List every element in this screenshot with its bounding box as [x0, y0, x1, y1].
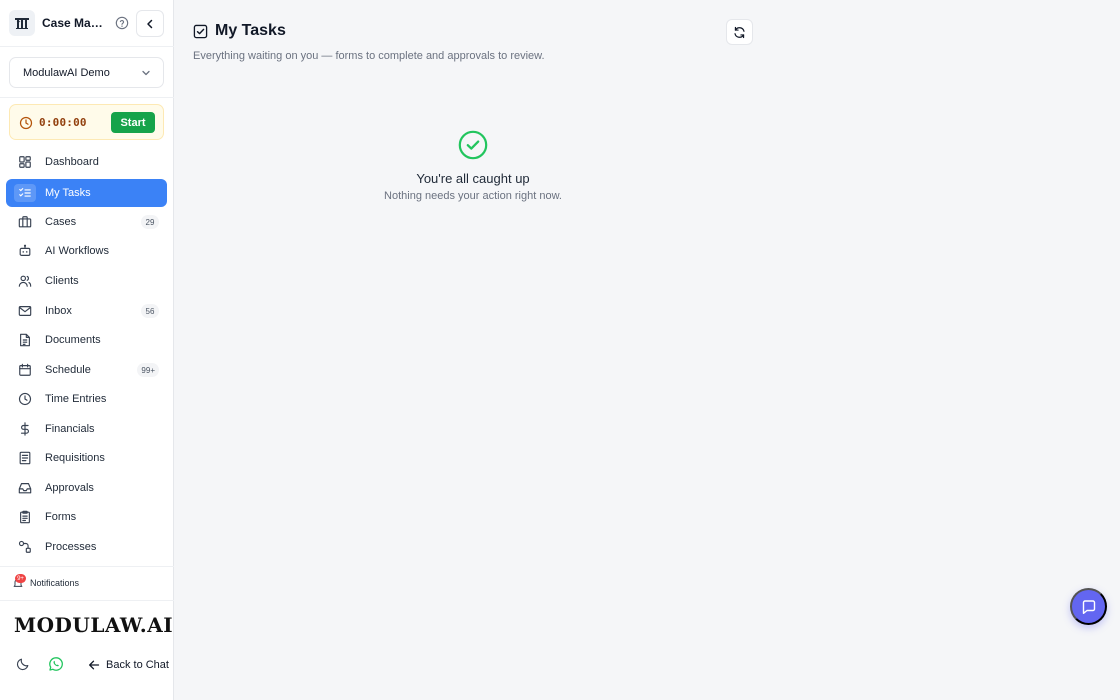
brand-logo: MODULAW.AI [14, 613, 174, 637]
briefcase-icon [18, 216, 32, 228]
sidebar-item-time-entries[interactable]: Time Entries [6, 385, 167, 413]
refresh-icon [734, 26, 745, 38]
sidebar-item-label: Cases [45, 216, 77, 228]
moon-icon[interactable] [16, 657, 30, 671]
divider [0, 566, 174, 567]
notifications-label: Notifications [30, 578, 80, 588]
whatsapp-icon[interactable] [48, 656, 64, 672]
start-timer-button[interactable]: Start [111, 112, 155, 133]
clock-icon [19, 116, 33, 130]
sidebar-item-cases[interactable]: Cases 29 [6, 208, 167, 236]
notification-badge: 9+ [15, 574, 26, 583]
sidebar-item-clients[interactable]: Clients [6, 267, 167, 295]
count-badge: 56 [141, 304, 159, 318]
empty-state-subtitle: Nothing needs your action right now. [384, 190, 562, 202]
empty-state-title: You're all caught up [416, 171, 530, 186]
page-title: My Tasks [215, 22, 286, 39]
dollar-icon [20, 422, 29, 436]
workspace-select[interactable]: ModulawAI Demo [9, 57, 164, 88]
checkbox-icon [193, 24, 208, 39]
back-to-chat-label: Back to Chat [106, 659, 169, 671]
collapse-sidebar-button[interactable] [136, 10, 164, 37]
mail-icon [18, 306, 32, 316]
page-subtitle: Everything waiting on you — forms to com… [193, 50, 545, 62]
sidebar-item-label: Financials [45, 423, 95, 435]
divider [0, 97, 174, 98]
sidebar-item-label: Processes [45, 541, 97, 553]
law-pillar-icon [15, 18, 29, 29]
sidebar-item-label: Time Entries [45, 393, 107, 405]
sidebar-header: Case Management [0, 0, 174, 46]
inbox-tray-icon [18, 483, 32, 494]
sidebar-item-label: Schedule [45, 364, 91, 376]
bot-icon [19, 244, 31, 256]
sidebar-item-label: Approvals [45, 482, 94, 494]
sidebar-item-forms[interactable]: Forms [6, 503, 167, 531]
arrow-left-icon [89, 660, 100, 670]
sidebar-item-label: My Tasks [45, 187, 91, 199]
sidebar-item-my-tasks[interactable]: My Tasks [6, 179, 167, 207]
sidebar-item-label: Requisitions [45, 452, 105, 464]
time-tracker: 0:00:00 Start [9, 104, 164, 140]
sidebar-item-dashboard[interactable]: Dashboard [6, 148, 167, 176]
sidebar-item-label: Forms [45, 511, 77, 523]
app-title: Case Management [42, 16, 104, 30]
sidebar-item-requisitions[interactable]: Requisitions [6, 444, 167, 472]
sidebar-item-financials[interactable]: Financials [6, 415, 167, 443]
sidebar-item-label: Dashboard [45, 156, 99, 168]
sidebar-item-ai-workflows[interactable]: AI Workflows [6, 237, 167, 265]
refresh-button[interactable] [726, 19, 753, 45]
chat-bubble-icon [1082, 599, 1095, 614]
help-icon[interactable] [115, 16, 129, 30]
workflow-icon [18, 540, 31, 553]
receipt-icon [19, 451, 31, 465]
chat-button[interactable] [1070, 588, 1107, 625]
chevron-left-icon [147, 19, 153, 28]
app-logo[interactable] [9, 10, 35, 36]
workspace-select-value: ModulawAI Demo [23, 67, 110, 79]
clock-icon [18, 392, 32, 406]
divider [0, 46, 174, 47]
chevron-down-icon [142, 70, 150, 76]
sidebar-item-schedule[interactable]: Schedule 99+ [6, 356, 167, 384]
check-circle-icon [458, 130, 488, 160]
sidebar-item-processes[interactable]: Processes [6, 533, 167, 561]
document-icon [20, 333, 30, 347]
sidebar-item-documents[interactable]: Documents [6, 326, 167, 354]
sidebar-item-approvals[interactable]: Approvals [6, 474, 167, 502]
sidebar-item-inbox[interactable]: Inbox 56 [6, 297, 167, 325]
dashboard-icon [19, 156, 31, 168]
sidebar: Case Management ModulawAI Demo 0:00:00 S… [0, 0, 174, 700]
sidebar-item-label: AI Workflows [45, 245, 109, 257]
calendar-icon [19, 363, 31, 376]
sidebar-item-label: Inbox [45, 305, 72, 317]
divider [0, 600, 174, 601]
clipboard-icon [20, 510, 30, 524]
notifications-button[interactable]: 9+ Notifications [12, 574, 162, 591]
sidebar-item-label: Clients [45, 275, 79, 287]
sidebar-item-label: Documents [45, 334, 101, 346]
users-icon [18, 275, 32, 287]
count-badge: 99+ [137, 363, 159, 377]
timer-display: 0:00:00 [39, 116, 87, 129]
count-badge: 29 [141, 215, 159, 229]
back-to-chat-button[interactable]: Back to Chat [88, 657, 169, 673]
tasks-icon [19, 188, 31, 197]
